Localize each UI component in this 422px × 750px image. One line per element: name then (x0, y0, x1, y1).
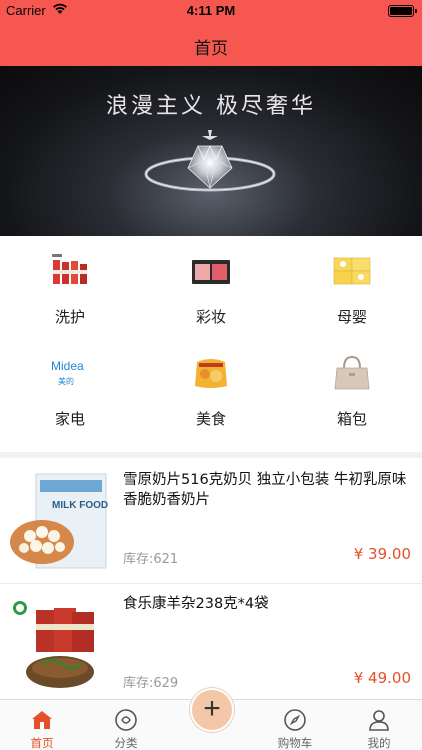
plus-button[interactable]: + (190, 688, 234, 732)
tab-label: 分类 (114, 736, 138, 750)
category-label: 箱包 (336, 410, 367, 428)
category-bags[interactable]: 箱包 (282, 338, 422, 438)
page-title: 首页 (194, 39, 228, 59)
top-bar: Carrier 4:11 PM 首页 (0, 0, 422, 66)
tab-home[interactable]: 首页 (0, 700, 84, 750)
product-title: 雪原奶片516克奶贝 独立小包装 牛初乳原味香脆奶香奶片 (123, 472, 407, 508)
product-card[interactable]: MILK FOOD 雪原奶片516克奶贝 独立小包装 牛初乳原味香脆奶香奶片 库… (0, 460, 422, 582)
category-skincare[interactable]: 洗护 (0, 236, 140, 336)
logo-text: Midea (51, 359, 84, 373)
divider (0, 452, 422, 458)
user-icon (369, 710, 389, 731)
logo-subtext: 美的 (58, 376, 74, 386)
product-stock: 库存:629 (123, 676, 179, 691)
package-text: MILK FOOD (52, 500, 108, 511)
tab-label: 购物车 (277, 736, 313, 750)
category-icon (115, 709, 137, 731)
makeup-palette-icon (192, 260, 230, 284)
baby-products-icon (333, 257, 371, 285)
tab-bar: 首页 分类 + 购物车 我的 (0, 688, 422, 750)
category-label: 洗护 (54, 308, 85, 326)
plus-icon: + (203, 692, 221, 725)
midea-logo-icon: Midea 美的 (51, 359, 84, 386)
home-icon (32, 711, 52, 729)
milk-tablets-image: MILK FOOD (10, 473, 108, 569)
tab-cart[interactable]: 购物车 (253, 700, 337, 750)
battery-icon (388, 5, 417, 17)
product-price: ¥ 49.00 (353, 669, 411, 687)
skincare-tubes-icon (52, 254, 87, 284)
tab-label: 我的 (367, 736, 391, 750)
product-stock: 库存:621 (123, 552, 179, 567)
compass-icon (284, 709, 306, 731)
category-label: 彩妆 (195, 308, 226, 326)
snack-bag-icon (195, 359, 227, 388)
product-price: ¥ 39.00 (353, 545, 411, 563)
diamond-ring-image (144, 130, 276, 192)
status-time: 4:11 PM (186, 3, 236, 18)
category-makeup[interactable]: 彩妆 (141, 236, 281, 336)
promo-banner[interactable]: 浪漫主义 极尽奢华 (0, 66, 422, 236)
tab-label: 首页 (30, 736, 54, 750)
category-label: 美食 (195, 410, 226, 428)
tab-profile[interactable]: 我的 (337, 700, 421, 750)
category-label: 母婴 (336, 308, 367, 326)
lamb-offal-image (13, 601, 94, 688)
status-bar: Carrier 4:11 PM (0, 0, 422, 22)
category-baby[interactable]: 母婴 (282, 236, 422, 336)
category-label: 家电 (54, 410, 85, 428)
handbag-icon (334, 355, 370, 390)
product-title: 食乐康羊杂238克*4袋 (123, 596, 269, 612)
tab-add[interactable]: + (168, 688, 252, 750)
category-food[interactable]: 美食 (141, 338, 281, 438)
category-appliances[interactable]: Midea 美的 家电 (0, 338, 140, 438)
category-grid: 洗护 彩妆 母婴 Midea 美的 家电 美食 箱包 (0, 236, 422, 444)
tab-category[interactable]: 分类 (84, 700, 168, 750)
